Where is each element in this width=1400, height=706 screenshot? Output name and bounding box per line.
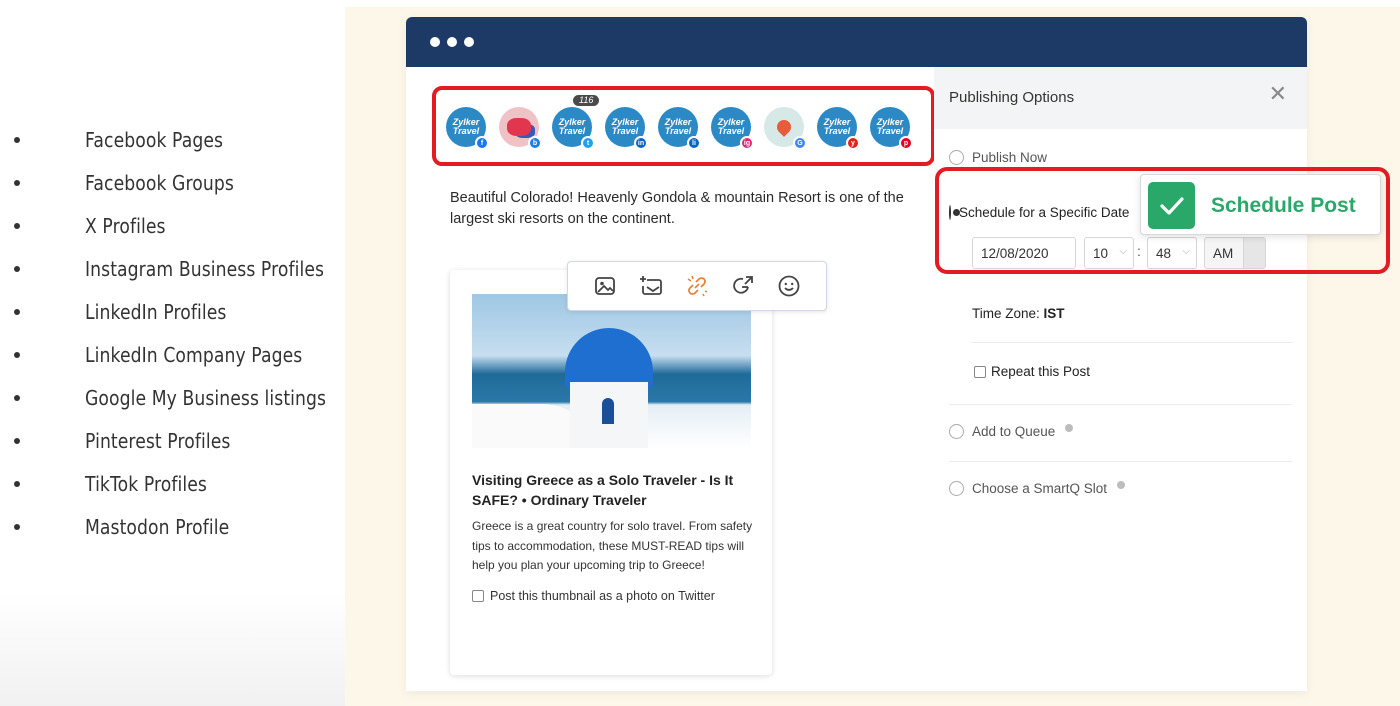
- account-avatar-google-business[interactable]: G: [764, 107, 807, 150]
- thumbnail-checkbox[interactable]: [472, 590, 484, 602]
- account-avatar-twitter[interactable]: 116 Zylker Travel t: [552, 95, 600, 150]
- account-avatar-linkedin-company[interactable]: Zylker Travel li: [658, 107, 701, 150]
- divider: [972, 342, 1292, 343]
- bullet-icon: [14, 179, 20, 186]
- post-text[interactable]: Beautiful Colorado! Heavenly Gondola & m…: [450, 188, 910, 230]
- list-item: Facebook Groups: [0, 161, 345, 204]
- schedule-post-callout[interactable]: Schedule Post: [1140, 174, 1381, 235]
- upload-icon[interactable]: [638, 273, 664, 299]
- emoji-icon[interactable]: [776, 273, 802, 299]
- account-avatar-facebook[interactable]: Zylker Travel f: [446, 107, 489, 150]
- bullet-icon: [14, 438, 20, 445]
- account-count-badge: 116: [573, 95, 600, 106]
- schedule-post-label: Schedule Post: [1211, 194, 1356, 217]
- timezone-row: Time Zone: IST: [972, 306, 1065, 321]
- linkedin-icon: in: [634, 136, 648, 150]
- divider: [949, 404, 1292, 405]
- bullet-icon: [14, 222, 20, 229]
- media-toolbar: [567, 261, 827, 311]
- instagram-icon: ig: [740, 136, 754, 150]
- compose-area: Zylker Travel f b 116 Zylker Travel t Zylke…: [406, 67, 935, 691]
- bullet-icon: [14, 395, 20, 402]
- list-item: LinkedIn Company Pages: [0, 333, 345, 376]
- link-title: Visiting Greece as a Solo Traveler - Is …: [472, 472, 734, 508]
- smartq-option[interactable]: Choose a SmartQ Slot: [949, 480, 1126, 496]
- checkmark-icon: [1148, 182, 1195, 229]
- publishing-options-panel: Publishing Options ✕ Publish Now Schedul…: [934, 67, 1307, 496]
- link-icon[interactable]: [684, 273, 710, 299]
- info-icon[interactable]: [1065, 423, 1074, 432]
- link-thumbnail: [472, 294, 751, 448]
- add-to-queue-option[interactable]: Add to Queue: [949, 423, 1074, 439]
- list-item: LinkedIn Profiles: [0, 290, 345, 333]
- list-item: Pinterest Profiles: [0, 420, 345, 463]
- list-item: Facebook Pages: [0, 118, 345, 161]
- brand-logo-icon: [507, 118, 531, 136]
- thumbnail-photo-option[interactable]: Post this thumbnail as a photo on Twitte…: [472, 589, 715, 603]
- account-avatar-instagram[interactable]: Zylker Travel ig: [711, 107, 754, 150]
- info-icon[interactable]: [1117, 480, 1126, 489]
- account-avatar-pinterest[interactable]: Zylker Travel p: [870, 107, 913, 150]
- repeat-checkbox[interactable]: [974, 365, 986, 378]
- google-business-icon: G: [793, 136, 807, 150]
- close-icon[interactable]: ✕: [1269, 83, 1287, 105]
- list-item: X Profiles: [0, 204, 345, 247]
- map-pin-icon: [774, 117, 794, 137]
- list-item: Mastodon Profile: [0, 506, 345, 549]
- link-description: Greece is a great country for solo trave…: [472, 519, 753, 572]
- account-avatar-youtube[interactable]: Zylker Travel y: [817, 107, 860, 150]
- publish-now-radio[interactable]: [949, 150, 964, 165]
- bullet-icon: [14, 308, 20, 315]
- bullet-icon: [14, 481, 20, 488]
- link-preview-card: Visiting Greece as a Solo Traveler - Is …: [450, 270, 772, 675]
- bluesky-icon: b: [528, 136, 542, 150]
- list-item: TikTok Profiles: [0, 463, 345, 506]
- list-item: Google My Business listings: [0, 377, 345, 420]
- window-titlebar: [406, 17, 1307, 67]
- share-icon[interactable]: [730, 273, 756, 299]
- publish-now-option[interactable]: Publish Now: [949, 150, 1047, 165]
- pinterest-icon: p: [899, 136, 913, 150]
- repeat-post-option[interactable]: Repeat this Post: [974, 364, 1090, 379]
- twitter-icon: t: [581, 136, 595, 150]
- account-avatar-linkedin[interactable]: Zylker Travel in: [605, 107, 648, 150]
- panel-title: Publishing Options: [949, 89, 1075, 106]
- window-dots-icon[interactable]: [430, 37, 474, 47]
- smartq-radio[interactable]: [949, 481, 964, 496]
- bullet-icon: [14, 136, 20, 143]
- panel-header: Publishing Options ✕: [934, 67, 1307, 129]
- youtube-icon: y: [846, 136, 860, 150]
- image-icon[interactable]: [592, 273, 618, 299]
- bullet-icon: [14, 265, 20, 272]
- account-selector: Zylker Travel f b 116 Zylker Travel t Zylke…: [432, 86, 935, 166]
- app-window: Zylker Travel f b 116 Zylker Travel t Zylke…: [406, 17, 1307, 691]
- add-to-queue-radio[interactable]: [949, 424, 964, 439]
- bullet-icon: [14, 524, 20, 531]
- facebook-icon: f: [475, 136, 489, 150]
- platform-list: Facebook Pages Facebook Groups X Profile…: [0, 118, 345, 549]
- linkedin-company-icon: li: [687, 136, 701, 150]
- divider: [949, 461, 1292, 462]
- account-avatar-bluesky[interactable]: b: [499, 107, 542, 150]
- list-item: Instagram Business Profiles: [0, 247, 345, 290]
- bullet-icon: [14, 352, 20, 359]
